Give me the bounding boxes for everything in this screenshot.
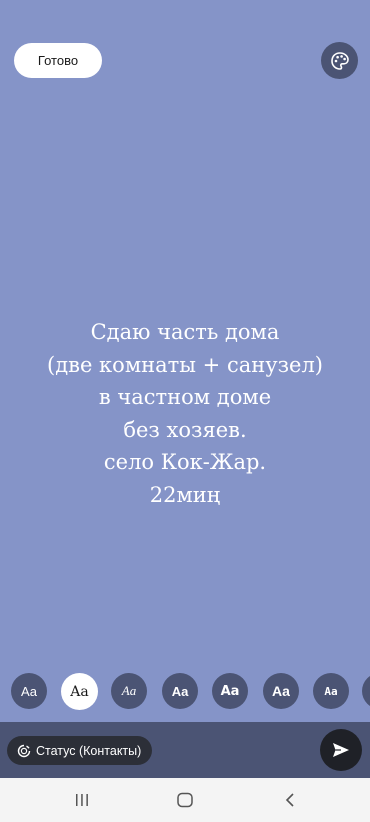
font-options-row: Aa Aa Aa Aa Aa Aa Aa [0, 673, 370, 711]
font-option-condensed[interactable]: Aa [263, 673, 299, 709]
audience-label: Статус (Контакты) [36, 743, 142, 758]
status-line: в частном доме [98, 385, 272, 409]
done-button[interactable]: Готово [14, 43, 102, 78]
font-option-heavy[interactable]: Aa [212, 673, 248, 709]
font-option-mono[interactable]: Aa [313, 673, 349, 709]
status-line: 22миң [149, 482, 221, 507]
system-nav-bar [0, 778, 370, 822]
send-button[interactable] [320, 729, 362, 771]
status-line: село Кок-Жар. [103, 450, 267, 474]
send-icon [333, 743, 349, 757]
font-option-sans[interactable]: Aa [11, 673, 47, 709]
home-icon [177, 792, 193, 808]
status-line: без хозяев. [123, 417, 247, 442]
home-button[interactable] [173, 790, 197, 810]
status-text[interactable]: Сдаю часть дома (две комнаты + санузел) … [20, 316, 350, 511]
recent-apps-icon [76, 794, 88, 806]
font-option-serif[interactable]: Aa [61, 673, 98, 710]
recent-apps-button[interactable] [70, 790, 94, 810]
status-line: (две комнаты + санузел) [47, 352, 323, 377]
font-option-italic[interactable]: Aa [111, 673, 147, 709]
back-icon [285, 793, 294, 807]
font-option-sans-bold[interactable]: Aa [162, 673, 198, 709]
palette-button[interactable] [321, 42, 358, 79]
font-option-more[interactable] [362, 673, 370, 709]
back-button[interactable] [278, 790, 302, 810]
palette-icon [330, 51, 349, 70]
status-ring-icon [17, 744, 31, 757]
audience-button[interactable]: Статус (Контакты) [7, 736, 153, 765]
status-line: Сдаю часть дома [90, 320, 280, 344]
